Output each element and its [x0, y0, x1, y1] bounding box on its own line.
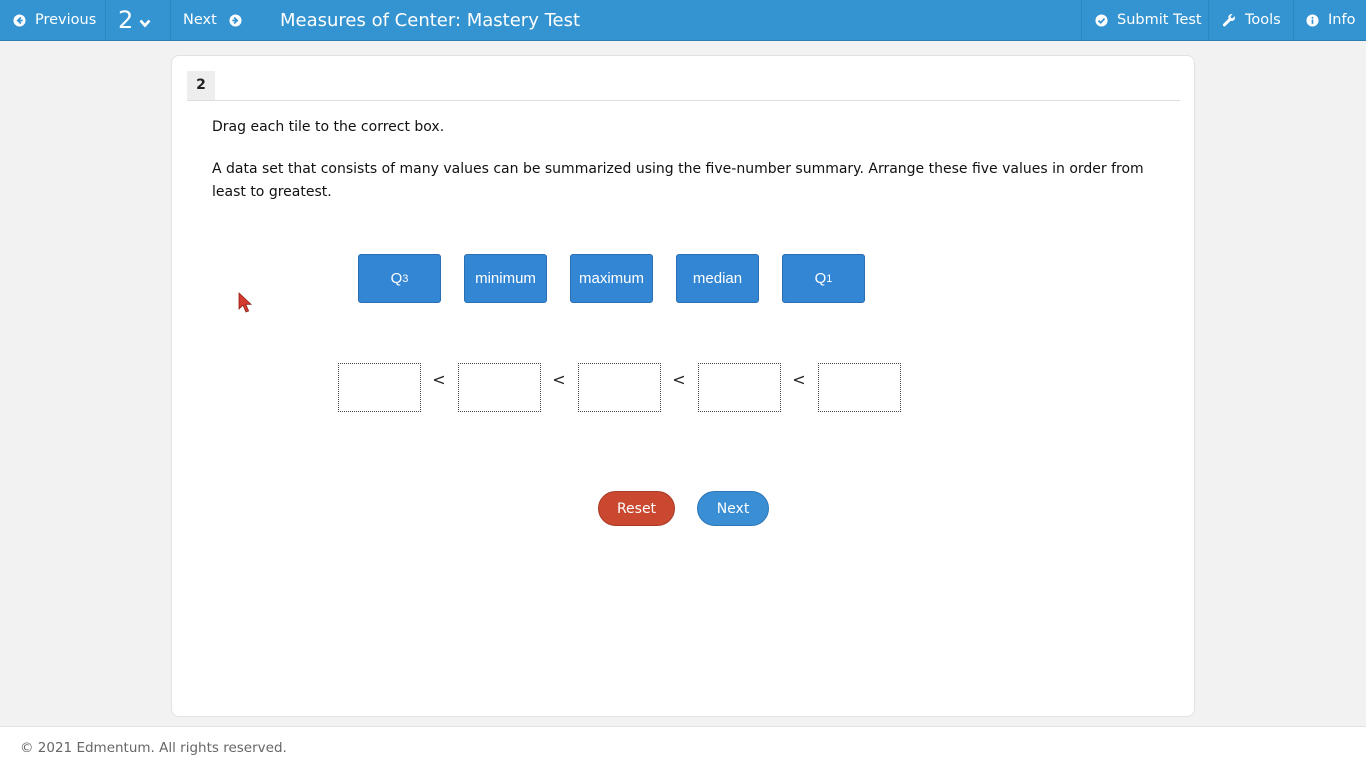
less-than-sign: < [792, 370, 806, 389]
drop-box-1[interactable] [338, 363, 421, 412]
tile-label: Q [814, 270, 827, 287]
arrow-circle-right-icon [229, 13, 242, 27]
previous-label: Previous [35, 12, 97, 28]
question-selector[interactable]: 2 [105, 0, 170, 40]
tools-label: Tools [1245, 12, 1281, 28]
arrow-circle-left-icon [13, 13, 26, 27]
check-circle-icon [1095, 13, 1108, 27]
tile-q1[interactable]: Q1 [782, 254, 865, 303]
tile-median[interactable]: median [676, 254, 759, 303]
question-prompt: A data set that consists of many values … [212, 161, 1144, 200]
tools-button[interactable]: Tools [1208, 0, 1293, 40]
next-button[interactable]: Next [697, 491, 769, 526]
test-title: Measures of Center: Mastery Test [280, 10, 581, 31]
submit-test-button[interactable]: Submit Test [1081, 0, 1208, 40]
tile-q3[interactable]: Q3 [358, 254, 441, 303]
chevron-down-icon [139, 19, 151, 27]
wrench-icon [1222, 14, 1235, 27]
tile-label: median [692, 270, 743, 287]
question-header: 2 [187, 71, 1180, 101]
top-toolbar: Previous 2 Next Measures of Center: Mast… [0, 0, 1366, 41]
mouse-pointer-icon [238, 292, 253, 313]
tile-minimum[interactable]: minimum [464, 254, 547, 303]
drop-box-2[interactable] [458, 363, 541, 412]
tile-maximum[interactable]: maximum [570, 254, 653, 303]
copyright-text: © 2021 Edmentum. All rights reserved. [20, 740, 287, 756]
previous-button[interactable]: Previous [0, 0, 105, 40]
next-question-button[interactable]: Next [170, 0, 260, 40]
page-footer: © 2021 Edmentum. All rights reserved. [0, 726, 1366, 768]
tile-label: minimum [475, 270, 536, 287]
info-label: Info [1328, 12, 1356, 28]
less-than-sign: < [552, 370, 566, 389]
reset-button[interactable]: Reset [598, 491, 675, 526]
question-instruction: Drag each tile to the correct box. [212, 119, 445, 135]
less-than-sign: < [672, 370, 686, 389]
drop-box-3[interactable] [578, 363, 661, 412]
drop-box-5[interactable] [818, 363, 901, 412]
drop-box-4[interactable] [698, 363, 781, 412]
info-circle-icon [1306, 13, 1319, 27]
info-button[interactable]: Info [1293, 0, 1366, 40]
tile-label: Q [390, 270, 403, 287]
less-than-sign: < [432, 370, 446, 389]
submit-test-label: Submit Test [1117, 12, 1202, 28]
question-card: 2 Drag each tile to the correct box. A d… [171, 55, 1195, 717]
question-selector-number: 2 [118, 6, 134, 34]
tile-label: maximum [578, 270, 644, 287]
next-label: Next [183, 12, 217, 28]
question-number-badge: 2 [187, 71, 215, 100]
